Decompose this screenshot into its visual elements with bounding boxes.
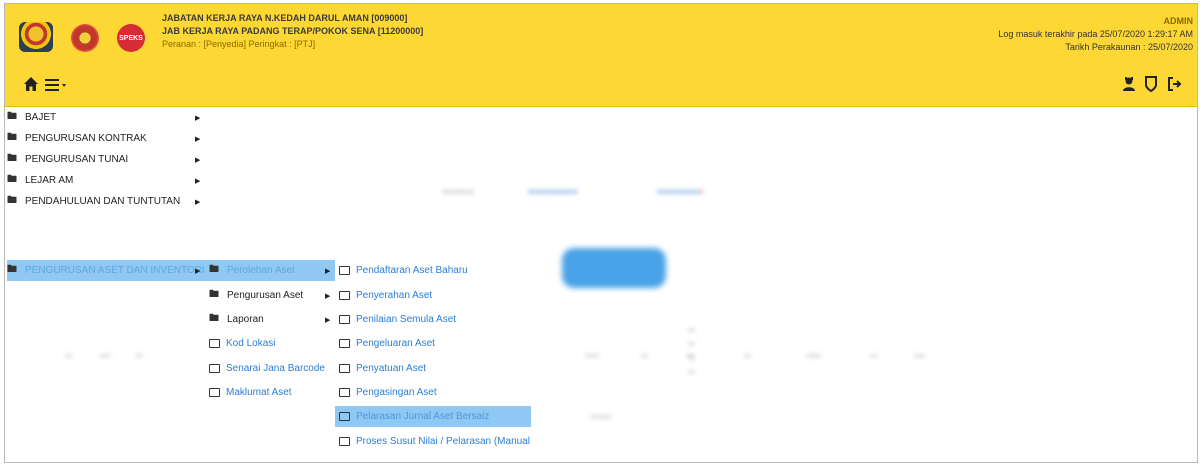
submenu-item-pendaftaran-aset-baharu[interactable]: Pendaftaran Aset Baharu [335,260,531,281]
menu-item-label: BAJET [25,112,57,123]
folder-icon: 🖿 [7,132,17,143]
folder-icon: 🖿 [7,195,17,206]
home-icon[interactable] [23,76,39,97]
monitor-icon [339,339,350,348]
menu-item-label: PENGURUSAN TUNAI [25,154,129,165]
user-icon[interactable] [1122,76,1136,97]
folder-icon: 🖿 [7,264,17,275]
chevron-right-icon: ▶ [325,267,331,275]
submenu-item-label: Pengasingan Aset [356,387,437,398]
department-name: JABATAN KERJA RAYA N.KEDAH DARUL AMAN [0… [162,13,408,23]
monitor-icon [339,437,350,446]
submenu-item-penyatuan-aset[interactable]: Penyatuan Aset [335,358,531,379]
submenu-item-label: Perolehan Aset [227,265,295,276]
submenu-item-kod-lokasi[interactable]: Kod Lokasi [205,333,335,354]
app-window: SPEKS JABATAN KERJA RAYA N.KEDAH DARUL A… [4,3,1198,463]
submenu-item-label: Proses Susut Nilai / Pelarasan (Manual [356,436,530,447]
chevron-right-icon: ▶ [195,114,201,122]
chevron-right-icon: ▶ [325,316,331,324]
monitor-icon [339,315,350,324]
submenu-item-pengurusan-aset[interactable]: 🖿 Pengurusan Aset ▶ [205,285,335,306]
menu-item-pendahuluan-dan-tuntutan[interactable]: 🖿 PENDAHULUAN DAN TUNTUTAN ▶ [7,191,205,212]
background-table-header: ▪▪▪▪ ▪▪ ▪▪ ▪▪ ▪▪▪▪ ▪▪ ▪▪▪ [585,351,925,362]
malaysia-crest-logo [19,22,53,52]
submenu-item-label: Pelarasan Jurnal Aset Bersaiz [356,411,490,422]
submenu-item-label: Pengeluaran Aset [356,338,435,349]
menu-item-pengurusan-tunai[interactable]: 🖿 PENGURUSAN TUNAI ▶ [7,149,205,170]
menu-item-pengurusan-kontrak[interactable]: 🖿 PENGURUSAN KONTRAK ▶ [7,128,205,149]
submenu-item-label: Maklumat Aset [226,387,292,398]
header-user-info: ADMIN Log masuk terakhir pada 25/07/2020… [998,15,1193,54]
submenu-item-penilaian-semula-aset[interactable]: Penilaian Semula Aset [335,309,531,330]
monitor-icon [339,412,350,421]
background-table-header: ▪▪ ▪▪ ▪▪ ▪▪ [688,325,696,378]
folder-icon: 🖿 [209,289,219,300]
office-name: JAB KERJA RAYA PADANG TERAP/POKOK SENA [… [162,26,424,36]
chevron-right-icon: ▶ [195,135,201,143]
chevron-right-icon: ▶ [195,198,201,206]
folder-icon: 🖿 [7,174,17,185]
menu-item-label: PENGURUSAN KONTRAK [25,133,147,144]
submenu-item-label: Penyatuan Aset [356,363,427,374]
menu-item-lejar-am[interactable]: 🖿 LEJAR AM ▶ [7,170,205,191]
menu-item-bajet[interactable]: 🖿 BAJET ▶ [7,107,205,128]
kedah-crest-logo [71,24,99,52]
logout-icon[interactable] [1168,76,1182,97]
monitor-icon [339,364,350,373]
submenu-item-penyerahan-aset[interactable]: Penyerahan Aset [335,285,531,306]
role-level: Peranan : [Penyedia] Peringkat : [PTJ] [162,39,316,49]
submenu-item-label: Senarai Jana Barcode [226,363,325,374]
header-bar: SPEKS JABATAN KERJA RAYA N.KEDAH DARUL A… [5,4,1197,68]
submenu-item-label: Laporan [227,314,264,325]
background-table-header: ▪▪ ▪▪▪ ▪▪ [65,351,143,362]
chevron-right-icon: ▶ [325,292,331,300]
chevron-right-icon: ▶ [195,177,201,185]
speks-logo: SPEKS [117,24,145,52]
hamburger-menu-icon[interactable] [45,77,69,98]
folder-icon: 🖿 [7,111,17,122]
submenu-item-label: Penilaian Semula Aset [356,314,457,325]
submenu-item-label: Penyerahan Aset [356,290,433,301]
shield-icon[interactable] [1145,76,1157,97]
chevron-right-icon: ▶ [195,267,201,275]
submenu-item-label: Pendaftaran Aset Baharu [356,265,468,276]
background-link: ▪▪▪▪▪▪▪▪▪▪▪▪▪ [657,187,704,198]
menu-item-label: PENGURUSAN ASET DAN INVENTORI [25,265,205,276]
submenu-item-pengeluaran-aset[interactable]: Pengeluaran Aset [335,333,531,354]
monitor-icon [339,266,350,275]
background-text: ▪▪▪▪▪▪▪▪▪ [442,187,474,198]
submenu-item-label: Pengurusan Aset [227,290,304,301]
monitor-icon [339,388,350,397]
submenu-item-laporan[interactable]: 🖿 Laporan ▶ [205,309,335,330]
folder-icon: 🖿 [209,313,219,324]
menu-item-label: LEJAR AM [25,175,74,186]
monitor-icon [209,339,220,348]
submenu-item-pelarasan-jurnal-aset-bersaiz[interactable]: Pelarasan Jurnal Aset Bersaiz [335,406,531,427]
background-link: ▪▪▪▪▪▪▪▪▪▪▪▪▪▪ [528,187,578,198]
speks-logo-text: SPEKS [119,34,143,42]
submenu-item-label: Kod Lokasi [226,338,276,349]
monitor-icon [209,388,220,397]
submenu-item-proses-susut-nilai-pelarasan-manual[interactable]: Proses Susut Nilai / Pelarasan (Manual [335,431,531,452]
background-button [562,248,666,288]
header-department-info: JABATAN KERJA RAYA N.KEDAH DARUL AMAN [0… [162,12,423,51]
submenu-item-senarai-jana-barcode[interactable]: Senarai Jana Barcode [205,358,335,379]
monitor-icon [339,291,350,300]
submenu-item-perolehan-aset[interactable]: 🖿 Perolehan Aset ▶ [205,260,335,281]
chevron-right-icon: ▶ [195,156,201,164]
toolbar [5,68,1197,107]
settlement-date: Tarikh Perakaunan : 25/07/2020 [1065,42,1193,52]
menu-item-label: PENDAHULUAN DAN TUNTUTAN [25,196,181,207]
submenu-item-pengasingan-aset[interactable]: Pengasingan Aset [335,382,531,403]
monitor-icon [209,364,220,373]
background-cell: ▪▪▪▪▪▪ [590,412,612,423]
user-name: ADMIN [1163,16,1194,26]
menu-item-pengurusan-aset-dan-inventori[interactable]: 🖿 PENGURUSAN ASET DAN INVENTORI ▶ [7,260,205,281]
submenu-item-maklumat-aset[interactable]: Maklumat Aset [205,382,335,403]
folder-icon: 🖿 [7,153,17,164]
folder-icon: 🖿 [209,264,219,275]
last-login: Log masuk terakhir pada 25/07/2020 1:29:… [998,29,1193,39]
